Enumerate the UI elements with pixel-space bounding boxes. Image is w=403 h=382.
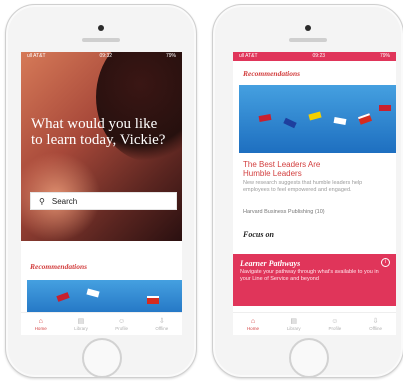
- pathway-title: Learner Pathways: [240, 259, 301, 268]
- carrier-label: ull AT&T: [239, 53, 258, 59]
- offline-icon: ⇩: [372, 317, 379, 325]
- search-label: Search: [51, 196, 78, 206]
- offline-icon: ⇩: [158, 317, 165, 325]
- pathway-description: Navigate your pathway through what's ava…: [240, 269, 379, 282]
- right-screen: ull AT&T 09:23 79% Recommendations The B…: [233, 52, 396, 335]
- nav-home[interactable]: ⌂ Home: [35, 318, 47, 331]
- article-image[interactable]: [239, 85, 396, 153]
- flag: [258, 114, 272, 122]
- status-bar: ull AT&T 09:23 79%: [233, 52, 396, 61]
- front-camera: [98, 25, 104, 31]
- greeting-question: What would you like to learn today, Vick…: [31, 116, 166, 148]
- library-icon: ▤: [77, 317, 85, 325]
- flag: [283, 117, 297, 129]
- flag: [308, 111, 322, 121]
- library-icon: ▤: [290, 317, 298, 325]
- carrier-label: ull AT&T: [27, 53, 46, 59]
- search-icon: ⚲: [39, 196, 45, 206]
- time-label: 09:32: [99, 53, 113, 59]
- learner-pathways-card[interactable]: Learner Pathways Navigate your pathway t…: [233, 254, 396, 306]
- profile-icon: ☺: [331, 317, 339, 325]
- nav-library-label: Library: [74, 325, 88, 331]
- article-excerpt: New research suggests that humble leader…: [243, 180, 363, 193]
- speaker-grille: [289, 38, 327, 42]
- recommendations-heading: Recommendations: [30, 262, 88, 271]
- flag: [86, 288, 100, 298]
- battery-label: 79%: [165, 53, 176, 59]
- flag: [357, 113, 373, 125]
- left-screen: ull AT&T 09:32 79% What would you like t…: [21, 52, 182, 335]
- nav-profile[interactable]: ☺ Profile: [328, 318, 341, 331]
- nav-home-label: Home: [34, 325, 47, 331]
- flag: [333, 117, 347, 125]
- info-icon[interactable]: i: [381, 258, 390, 267]
- nav-home-label: Home: [246, 325, 259, 331]
- flag: [379, 105, 391, 111]
- nav-library-label: Library: [286, 325, 301, 331]
- right-phone: ull AT&T 09:23 79% Recommendations The B…: [212, 4, 403, 378]
- nav-offline[interactable]: ⇩ Offline: [369, 318, 382, 331]
- nav-offline-label: Offline: [155, 325, 169, 331]
- home-icon: ⌂: [250, 317, 256, 325]
- nav-home[interactable]: ⌂ Home: [247, 318, 259, 331]
- home-button[interactable]: [289, 338, 329, 378]
- nav-library[interactable]: ▤ Library: [287, 318, 301, 331]
- nav-profile-label: Profile: [328, 325, 342, 331]
- nav-profile[interactable]: ☺ Profile: [115, 318, 128, 331]
- profile-icon: ☺: [118, 317, 126, 325]
- nav-profile-label: Profile: [115, 325, 128, 331]
- bottom-navigation: ⌂ Home ▤ Library ☺ Profile ⇩ Offline: [233, 312, 396, 335]
- focus-heading: Focus on: [243, 230, 274, 239]
- front-camera: [305, 25, 311, 31]
- home-icon: ⌂: [38, 317, 43, 325]
- search-input[interactable]: ⚲ Search: [30, 192, 177, 210]
- status-bar: ull AT&T 09:32 79%: [21, 52, 182, 61]
- speaker-grille: [82, 38, 120, 42]
- nav-library[interactable]: ▤ Library: [74, 318, 88, 331]
- article-source: Harvard Business Publishing (10): [243, 209, 325, 215]
- time-label: 09:23: [312, 53, 326, 59]
- home-button[interactable]: [82, 338, 122, 378]
- battery-label: 79%: [379, 53, 390, 59]
- bottom-navigation: ⌂ Home ▤ Library ☺ Profile ⇩ Offline: [21, 312, 182, 335]
- left-phone: ull AT&T 09:32 79% What would you like t…: [5, 4, 197, 378]
- recommendations-heading: Recommendations: [243, 69, 301, 78]
- nav-offline-label: Offline: [369, 325, 383, 331]
- nav-offline[interactable]: ⇩ Offline: [155, 318, 168, 331]
- flag: [147, 296, 159, 304]
- flag: [56, 292, 70, 302]
- article-title[interactable]: The Best Leaders Are Humble Leaders: [243, 160, 338, 178]
